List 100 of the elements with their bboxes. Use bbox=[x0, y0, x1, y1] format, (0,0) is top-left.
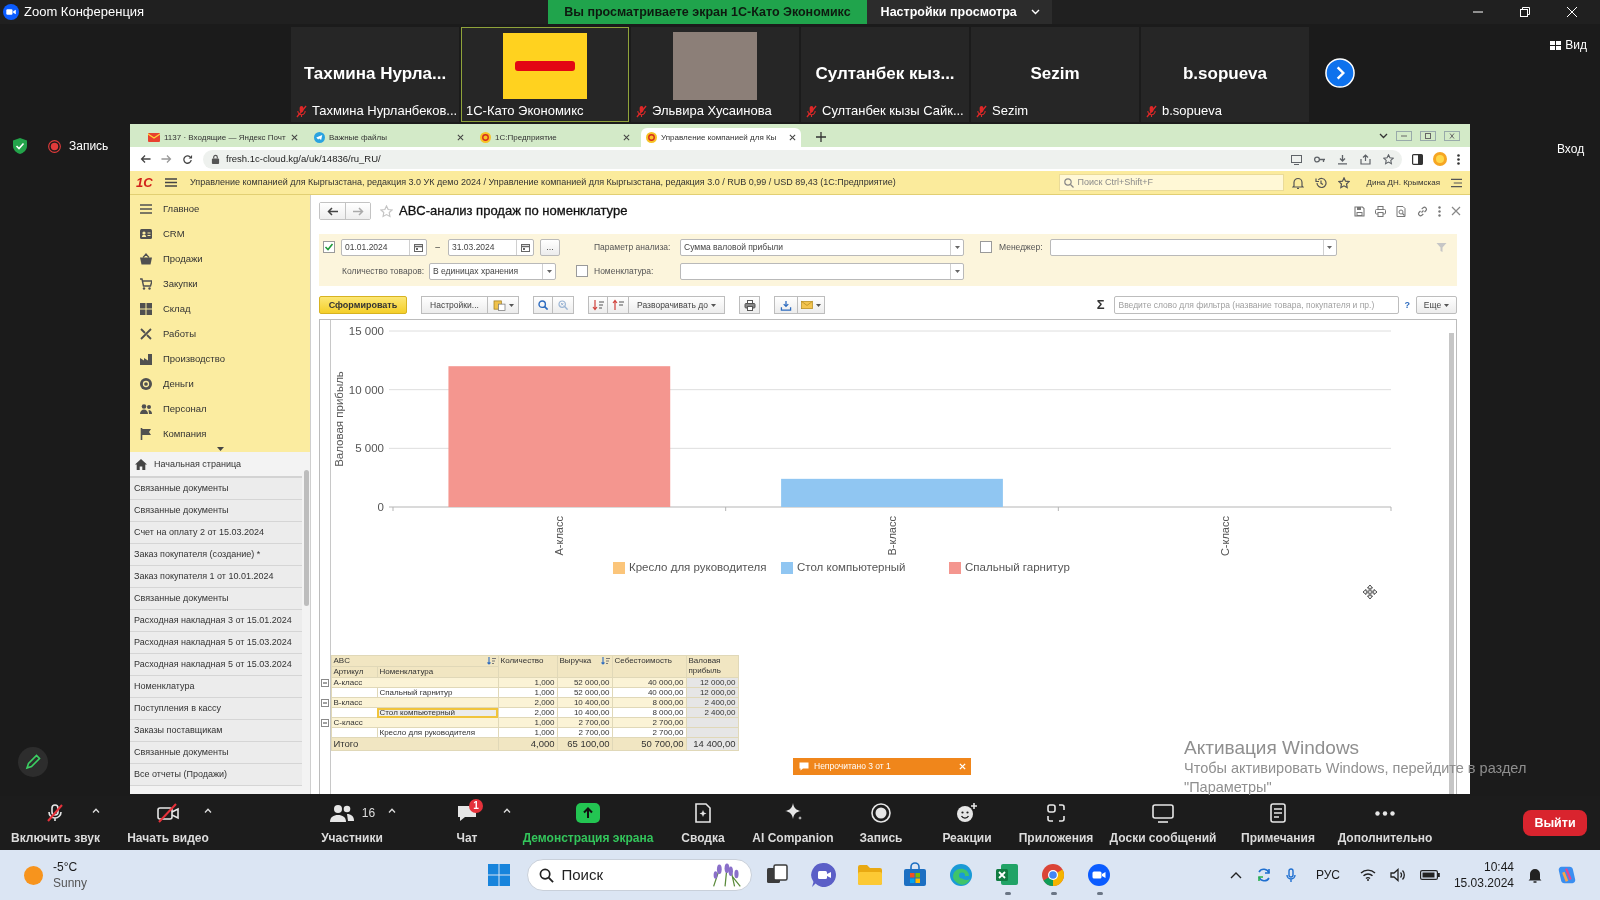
new-tab-icon[interactable] bbox=[816, 132, 826, 142]
video-chat-icon[interactable] bbox=[810, 862, 837, 888]
sort-icon[interactable] bbox=[486, 657, 496, 665]
period-checkbox[interactable] bbox=[323, 241, 335, 253]
more-button[interactable]: Еще bbox=[1416, 296, 1457, 314]
column-header[interactable]: Артикул bbox=[331, 666, 377, 678]
close-icon[interactable] bbox=[291, 134, 298, 141]
column-header[interactable]: Количество bbox=[498, 655, 557, 678]
user-name[interactable]: Дина ДН. Крымская bbox=[1366, 177, 1440, 188]
star-icon[interactable] bbox=[380, 204, 393, 218]
share-icon[interactable] bbox=[1360, 153, 1371, 165]
sort-ascending-button[interactable] bbox=[608, 296, 629, 314]
history-item[interactable]: Все отчеты (Продажи) bbox=[130, 764, 302, 786]
calendar-icon[interactable] bbox=[413, 242, 423, 252]
history-item[interactable]: Номенклатура bbox=[130, 676, 302, 698]
generate-button[interactable]: Сформировать bbox=[319, 296, 407, 314]
browser-tab[interactable]: 1С:Предприятие bbox=[475, 128, 635, 147]
manager-checkbox[interactable] bbox=[980, 241, 992, 253]
caret-up-icon[interactable] bbox=[388, 808, 396, 813]
apps-button[interactable]: Приложения bbox=[1018, 796, 1094, 850]
chevron-down-icon[interactable] bbox=[1379, 132, 1388, 139]
report-variant-button[interactable] bbox=[488, 296, 519, 314]
analysis-parameter-select[interactable]: Сумма валовой прибыли bbox=[680, 238, 964, 256]
language-indicator[interactable]: РУС bbox=[1315, 867, 1340, 883]
nomenclature-checkbox[interactable] bbox=[576, 265, 588, 277]
sign-in-link[interactable]: Вход bbox=[1557, 142, 1585, 156]
sum-button[interactable]: Σ bbox=[1094, 296, 1107, 314]
search-field[interactable]: Поиск bbox=[526, 859, 752, 891]
column-header[interactable]: Себестоимость bbox=[612, 655, 686, 678]
search-button[interactable] bbox=[533, 296, 553, 314]
side-panel-icon[interactable] bbox=[1412, 153, 1423, 165]
history-item[interactable]: Заказы поставщикам bbox=[130, 720, 302, 742]
history-item[interactable]: Расходная накладная 3 от 15.01.2024 bbox=[130, 610, 302, 632]
view-settings-button[interactable]: Настройки просмотра bbox=[866, 0, 1052, 24]
clock-date[interactable]: 15.03.2024 bbox=[1453, 875, 1514, 891]
section-item[interactable]: CRM bbox=[130, 221, 310, 246]
close-icon[interactable] bbox=[789, 134, 796, 141]
sort-descending-button[interactable] bbox=[588, 296, 608, 314]
table-cell[interactable]: Стол компьютерный bbox=[377, 707, 498, 718]
bell-icon[interactable] bbox=[1291, 176, 1304, 189]
reload-icon[interactable] bbox=[182, 153, 193, 165]
history-item[interactable]: Связанные документы bbox=[130, 478, 302, 500]
browser-tab[interactable]: Важные файлы bbox=[309, 128, 469, 147]
section-item[interactable]: Работы bbox=[130, 321, 310, 346]
start-video-button[interactable]: Начать видео bbox=[127, 796, 209, 850]
save-file-button[interactable] bbox=[774, 296, 798, 314]
collapse-icon[interactable] bbox=[321, 698, 329, 707]
more-icon[interactable] bbox=[1457, 153, 1460, 165]
collapse-icon[interactable] bbox=[321, 678, 329, 687]
section-item[interactable]: Продажи bbox=[130, 246, 310, 271]
leave-button[interactable]: Выйти bbox=[1523, 810, 1587, 836]
sync-icon[interactable] bbox=[1255, 867, 1272, 883]
save-icon[interactable] bbox=[1354, 205, 1365, 217]
address-field[interactable]: fresh.1c-cloud.kg/a/uk/14836/ru_RU/ bbox=[203, 149, 1402, 169]
pencil-icon[interactable] bbox=[18, 747, 48, 777]
date-field[interactable]: 31.03.2024 bbox=[448, 238, 534, 256]
expand-level-button[interactable]: Разворачивать до bbox=[629, 296, 725, 314]
video-call-icon[interactable] bbox=[1086, 862, 1113, 888]
column-header[interactable]: Номенклатура bbox=[377, 666, 498, 678]
history-item[interactable]: Заказ покупателя (создание) * bbox=[130, 544, 302, 566]
print-preview-icon[interactable] bbox=[1396, 205, 1407, 217]
section-item[interactable]: Закупки bbox=[130, 271, 310, 296]
weather-condition[interactable]: Sunny bbox=[53, 875, 88, 891]
reactions-button[interactable]: Реакции bbox=[942, 796, 992, 850]
history-item[interactable]: Связанные документы bbox=[130, 742, 302, 764]
history-item[interactable]: Связанные документы bbox=[130, 500, 302, 522]
store-icon[interactable] bbox=[902, 862, 929, 888]
forward-arrow-icon[interactable] bbox=[161, 154, 172, 164]
clock-time[interactable]: 10:44 bbox=[1483, 859, 1514, 875]
record-button[interactable]: Запись bbox=[859, 796, 903, 850]
scrollbar-thumb[interactable] bbox=[304, 470, 309, 606]
menu-icon[interactable] bbox=[1451, 177, 1462, 188]
ai-companion-button[interactable]: AI Companion bbox=[752, 796, 834, 850]
column-header[interactable]: Валовая прибыль bbox=[686, 655, 738, 678]
summary-button[interactable]: Сводка bbox=[681, 796, 725, 850]
history-item[interactable]: Связанные документы bbox=[130, 588, 302, 610]
section-item[interactable]: Компания bbox=[130, 421, 310, 446]
table-cell[interactable]: Спальный гарнитур bbox=[377, 687, 498, 698]
back-button[interactable] bbox=[320, 203, 345, 219]
boards-button[interactable]: Доски сообщений bbox=[1109, 796, 1217, 850]
caret-up-icon[interactable] bbox=[91, 808, 100, 813]
notes-button[interactable]: Примечания bbox=[1241, 796, 1315, 850]
more-button[interactable]: Дополнительно bbox=[1337, 796, 1433, 850]
period-select-button[interactable]: ... bbox=[540, 238, 560, 256]
collapse-icon[interactable] bbox=[321, 718, 329, 727]
unmute-button[interactable]: Включить звук bbox=[11, 796, 100, 850]
print-button[interactable] bbox=[739, 296, 760, 314]
quantity-unit-select[interactable]: В единицах хранения bbox=[429, 262, 556, 280]
section-item[interactable]: Главное bbox=[130, 196, 310, 221]
menu-icon[interactable] bbox=[165, 178, 177, 187]
windows-logo-icon[interactable] bbox=[487, 864, 510, 886]
print-icon[interactable] bbox=[1375, 205, 1386, 217]
history-item[interactable]: Расходная накладная 5 от 15.03.2024 bbox=[130, 632, 302, 654]
caret-up-icon[interactable] bbox=[204, 808, 212, 813]
bell-icon[interactable] bbox=[1528, 867, 1542, 883]
download-icon[interactable] bbox=[1337, 153, 1348, 165]
calendar-icon[interactable] bbox=[520, 242, 530, 252]
colorful-app-icon[interactable] bbox=[1556, 865, 1578, 885]
section-item[interactable]: Склад bbox=[130, 296, 310, 321]
spreadsheet-icon[interactable] bbox=[994, 862, 1021, 888]
